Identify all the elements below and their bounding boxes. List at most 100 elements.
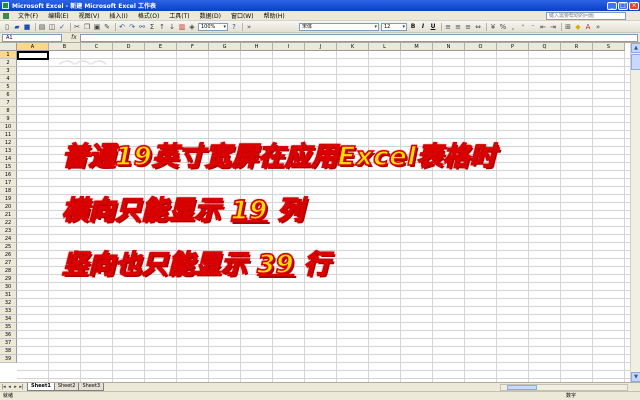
- column-header[interactable]: E: [145, 43, 177, 51]
- column-header[interactable]: D: [113, 43, 145, 51]
- row-header[interactable]: 32: [0, 299, 17, 307]
- menu-insert[interactable]: 插入(I): [104, 11, 132, 20]
- menu-file[interactable]: 文件(F): [13, 11, 43, 20]
- comma-icon[interactable]: ,: [509, 23, 517, 31]
- zoom-select[interactable]: 100%: [198, 22, 228, 31]
- column-header[interactable]: J: [305, 43, 337, 51]
- row-header[interactable]: 4: [0, 75, 17, 83]
- fill-color-icon[interactable]: ◆: [574, 23, 582, 31]
- hyperlink-icon[interactable]: ⚯: [138, 23, 146, 31]
- row-header[interactable]: 20: [0, 203, 17, 211]
- minimize-button[interactable]: _: [607, 1, 617, 10]
- row-header[interactable]: 19: [0, 195, 17, 203]
- merge-center-icon[interactable]: ⇔: [474, 23, 482, 31]
- column-header[interactable]: O: [465, 43, 497, 51]
- font-color-icon[interactable]: A: [584, 23, 592, 31]
- row-header[interactable]: 31: [0, 291, 17, 299]
- column-header[interactable]: M: [401, 43, 433, 51]
- help-icon[interactable]: ?: [230, 23, 238, 31]
- formula-input[interactable]: [80, 33, 638, 42]
- row-header[interactable]: 5: [0, 83, 17, 91]
- save-icon[interactable]: ■: [23, 23, 31, 31]
- column-header[interactable]: G: [209, 43, 241, 51]
- toolbar-options-icon[interactable]: »: [245, 23, 253, 31]
- column-header[interactable]: C: [81, 43, 113, 51]
- italic-button[interactable]: I: [419, 23, 427, 31]
- row-header[interactable]: 39: [0, 355, 17, 363]
- menu-tools[interactable]: 工具(T): [164, 11, 194, 20]
- row-header[interactable]: 13: [0, 147, 17, 155]
- column-header[interactable]: I: [273, 43, 305, 51]
- row-header[interactable]: 16: [0, 171, 17, 179]
- scroll-up-icon[interactable]: ▲: [631, 43, 640, 53]
- row-header[interactable]: 25: [0, 243, 17, 251]
- maximize-button[interactable]: □: [618, 1, 628, 10]
- row-header[interactable]: 30: [0, 283, 17, 291]
- row-header[interactable]: 24: [0, 235, 17, 243]
- column-header[interactable]: R: [561, 43, 593, 51]
- row-header[interactable]: 27: [0, 259, 17, 267]
- row-header[interactable]: 12: [0, 139, 17, 147]
- row-header[interactable]: 35: [0, 323, 17, 331]
- vertical-scrollbar[interactable]: ▲ ▼: [630, 43, 640, 382]
- chart-wizard-icon[interactable]: ▥: [178, 23, 186, 31]
- first-sheet-icon[interactable]: |◂: [1, 384, 6, 390]
- name-box[interactable]: A1: [2, 33, 62, 42]
- borders-icon[interactable]: ⊞: [564, 23, 572, 31]
- row-header[interactable]: 17: [0, 179, 17, 187]
- print-icon[interactable]: ▤: [38, 23, 46, 31]
- active-cell[interactable]: [17, 51, 49, 60]
- row-header[interactable]: 38: [0, 347, 17, 355]
- column-header[interactable]: A: [17, 43, 49, 51]
- insert-function-icon[interactable]: fx: [68, 34, 80, 41]
- cut-icon[interactable]: ✂: [73, 23, 81, 31]
- column-header[interactable]: K: [337, 43, 369, 51]
- menu-window[interactable]: 窗口(W): [226, 11, 259, 20]
- paste-icon[interactable]: ▣: [93, 23, 101, 31]
- percent-icon[interactable]: %: [499, 23, 507, 31]
- row-header[interactable]: 6: [0, 91, 17, 99]
- decrease-decimal-icon[interactable]: ⁻: [529, 23, 537, 31]
- align-center-icon[interactable]: ≡: [454, 23, 462, 31]
- row-header[interactable]: 1: [0, 51, 17, 59]
- workbook-icon[interactable]: [3, 12, 9, 19]
- column-header[interactable]: L: [369, 43, 401, 51]
- row-header[interactable]: 8: [0, 107, 17, 115]
- currency-icon[interactable]: ¥: [489, 23, 497, 31]
- prev-sheet-icon[interactable]: ◂: [7, 384, 12, 390]
- menu-format[interactable]: 格式(O): [133, 11, 164, 20]
- row-header[interactable]: 10: [0, 123, 17, 131]
- row-header[interactable]: 21: [0, 211, 17, 219]
- row-header[interactable]: 18: [0, 187, 17, 195]
- column-header[interactable]: H: [241, 43, 273, 51]
- align-left-icon[interactable]: ≡: [444, 23, 452, 31]
- horizontal-scroll-thumb[interactable]: [507, 385, 537, 390]
- format-painter-icon[interactable]: ✎: [103, 23, 111, 31]
- menu-view[interactable]: 视图(V): [74, 11, 105, 20]
- row-header[interactable]: 23: [0, 227, 17, 235]
- help-search-input[interactable]: 键入需要帮助的问题: [546, 11, 626, 20]
- row-header[interactable]: 33: [0, 307, 17, 315]
- increase-indent-icon[interactable]: ⇥: [549, 23, 557, 31]
- preview-icon[interactable]: ◫: [48, 23, 56, 31]
- scroll-down-icon[interactable]: ▼: [631, 372, 640, 382]
- menu-data[interactable]: 数据(D): [195, 11, 226, 20]
- sheet-tab-3[interactable]: Sheet3: [78, 383, 105, 391]
- next-sheet-icon[interactable]: ▸: [13, 384, 18, 390]
- undo-icon[interactable]: ↶: [118, 23, 126, 31]
- column-header[interactable]: F: [177, 43, 209, 51]
- font-size-select[interactable]: 12: [381, 22, 407, 31]
- row-header[interactable]: 22: [0, 219, 17, 227]
- column-header[interactable]: P: [497, 43, 529, 51]
- sheet-tab-1[interactable]: Sheet1: [27, 383, 55, 391]
- row-header[interactable]: 37: [0, 339, 17, 347]
- row-header[interactable]: 9: [0, 115, 17, 123]
- row-header[interactable]: 14: [0, 155, 17, 163]
- row-header[interactable]: 28: [0, 267, 17, 275]
- font-select[interactable]: 宋体: [299, 22, 379, 31]
- menu-help[interactable]: 帮助(H): [259, 11, 290, 20]
- spelling-icon[interactable]: ✓: [58, 23, 66, 31]
- row-header[interactable]: 11: [0, 131, 17, 139]
- select-all-corner[interactable]: [0, 43, 17, 51]
- increase-decimal-icon[interactable]: ⁺: [519, 23, 527, 31]
